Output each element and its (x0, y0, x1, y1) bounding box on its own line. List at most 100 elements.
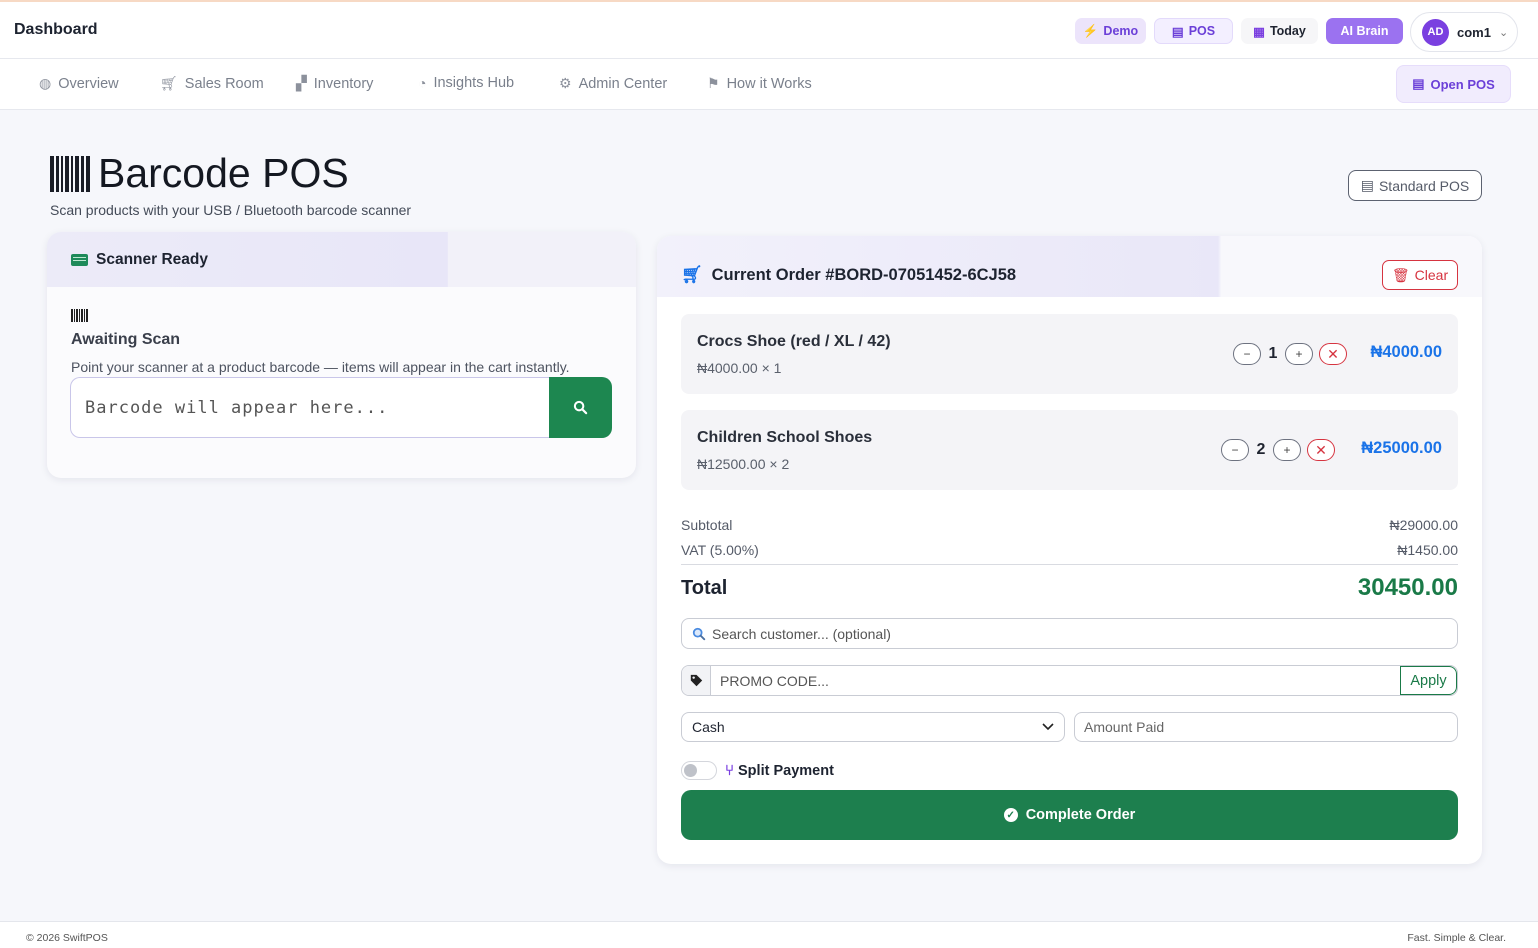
user-name: com1 (1457, 24, 1491, 40)
today-button[interactable]: ▦ Today (1241, 18, 1318, 44)
register-icon: ▤ (1360, 177, 1374, 193)
today-label: Today (1269, 24, 1306, 38)
await-description: Point your scanner at a product barcode … (71, 359, 570, 375)
ai-brain-button[interactable]: AI Brain (1326, 18, 1403, 44)
item-qty: 2 (1256, 441, 1266, 458)
item-name: Children School Shoes (697, 429, 873, 446)
scanner-status: Scanner Ready (96, 250, 208, 268)
open-pos-button[interactable]: ▤ Open POS (1396, 65, 1511, 103)
subtotal-label: Subtotal (681, 517, 733, 533)
lightning-icon: ⚡ (1082, 23, 1099, 38)
page-subtitle: Scan products with your USB / Bluetooth … (50, 202, 412, 218)
nav-item-label: Insights Hub (433, 75, 515, 91)
app-title: Dashboard (14, 21, 98, 38)
item-qty: 1 (1268, 345, 1278, 362)
pos-button[interactable]: ▤ POS (1154, 18, 1233, 44)
customer-search (681, 618, 1458, 649)
decrease-button[interactable]: − (1221, 439, 1249, 461)
vat-row: VAT (5.00%) ₦1450.00 (681, 542, 1458, 558)
footer-copyright: © 2026 SwiftPOS (26, 932, 108, 944)
gear-icon: ⚙ (559, 75, 572, 91)
page-title-text: Barcode POS (98, 150, 349, 196)
avatar: AD (1422, 18, 1449, 46)
vat-label: VAT (5.00%) (681, 542, 759, 558)
nav-item-overview[interactable]: ◍ Overview (39, 75, 119, 92)
pie-chart-icon: ◔ (418, 75, 427, 91)
payment-method-select[interactable]: Cash (681, 712, 1065, 742)
barcode-input[interactable] (70, 377, 550, 438)
cart-item: Crocs Shoe (red / XL / 42) ₦4000.00 × 1 … (681, 314, 1458, 394)
total-value: 30450.00 (1357, 574, 1458, 601)
pos-label: POS (1188, 24, 1216, 38)
calendar-icon: ▦ (1253, 24, 1265, 39)
scan-search-button[interactable] (549, 377, 612, 438)
demo-button[interactable]: ⚡ Demo (1075, 18, 1146, 44)
split-payment-toggle[interactable] (681, 761, 717, 780)
customer-search-input[interactable] (712, 625, 1457, 642)
split-payment: ⑂ Split Payment (681, 761, 834, 780)
check-circle-icon: ✓ (1003, 808, 1018, 822)
globe-icon: ◍ (39, 75, 52, 91)
promo-group: Apply (681, 665, 1458, 696)
nav-item-insights-hub[interactable]: ◔ Insights Hub (418, 75, 514, 91)
footer: © 2026 SwiftPOS Fast. Simple & Clear. (0, 921, 1538, 948)
nav-item-label: Inventory (313, 75, 374, 92)
amount-paid-input[interactable] (1084, 719, 1457, 735)
top-header: Dashboard ⚡ Demo ▤ POS ▦ Today AI Brain … (0, 0, 1538, 59)
increase-button[interactable]: + (1285, 343, 1313, 365)
keyboard-icon (71, 253, 88, 266)
nav-item-how-it-works[interactable]: ⚑ How it Works (707, 75, 812, 92)
nav-item-admin-center[interactable]: ⚙ Admin Center (559, 75, 667, 92)
quantity-stepper: − 2 + ✕ (1221, 439, 1335, 461)
standard-pos-button[interactable]: ▤ Standard POS (1348, 170, 1482, 201)
open-pos-label: Open POS (1430, 76, 1495, 92)
footer-tagline: Fast. Simple & Clear. (1407, 932, 1506, 944)
nav-item-inventory[interactable]: ▞ Inventory (296, 75, 373, 92)
nav-item-label: Sales Room (184, 75, 264, 92)
register-icon: ▤ (1171, 24, 1184, 39)
register-icon: ▤ (1412, 76, 1425, 91)
user-menu[interactable]: AD com1 ⌄ (1410, 12, 1518, 52)
apply-button[interactable]: Apply (1400, 666, 1457, 695)
clear-button[interactable]: 🗑︎ Clear (1382, 260, 1458, 290)
clear-label: Clear (1414, 267, 1449, 283)
complete-order-button[interactable]: ✓ Complete Order (681, 790, 1458, 840)
search-icon (573, 400, 588, 415)
total-label: Total (681, 576, 728, 599)
decrease-button[interactable]: − (1233, 343, 1261, 365)
nav-item-label: Admin Center (578, 75, 668, 92)
scanner-card-header: Scanner Ready (47, 232, 636, 287)
item-unit-price: ₦12500.00 × 2 (697, 456, 790, 472)
vat-value: ₦1450.00 (1397, 542, 1458, 558)
chevron-down-icon: ⌄ (1498, 26, 1509, 39)
demo-label: Demo (1103, 24, 1139, 38)
remove-item-button[interactable]: ✕ (1319, 343, 1347, 365)
standard-pos-label: Standard POS (1378, 177, 1470, 194)
nav-item-sales-room[interactable]: 🛒︎ Sales Room (160, 75, 264, 92)
amount-paid-field (1074, 712, 1458, 742)
signpost-icon: ⚑ (707, 75, 720, 91)
main-nav: ◍ Overview 🛒︎ Sales Room ▞ Inventory ◔ I… (0, 59, 1538, 110)
order-header: 🛒︎ Current Order #BORD-07051452-6CJ58 🗑︎… (657, 236, 1482, 297)
order-card: 🛒︎ Current Order #BORD-07051452-6CJ58 🗑︎… (657, 236, 1482, 864)
increase-button[interactable]: + (1273, 439, 1301, 461)
trash-icon: 🗑︎ (1391, 266, 1410, 283)
quantity-stepper: − 1 + ✕ (1233, 343, 1347, 365)
item-unit-price: ₦4000.00 × 1 (697, 360, 782, 376)
subtotal-row: Subtotal ₦29000.00 (681, 517, 1458, 533)
item-line-total: ₦25000.00 (1361, 439, 1442, 457)
boxes-icon: ▞ (296, 75, 307, 91)
total-row: Total 30450.00 (681, 574, 1458, 602)
remove-item-button[interactable]: ✕ (1307, 439, 1335, 461)
page-title: Barcode POS (50, 150, 349, 197)
complete-order-label: Complete Order (1025, 807, 1136, 823)
cart-icon: 🛒︎ (681, 265, 703, 284)
item-line-total: ₦4000.00 (1370, 343, 1442, 361)
split-payment-label: Split Payment (738, 762, 834, 779)
divider (681, 564, 1458, 565)
branch-icon: ⑂ (725, 762, 735, 779)
tag-icon (682, 666, 711, 695)
scanner-card: Scanner Ready Awaiting Scan Point your s… (47, 232, 636, 478)
promo-code-input[interactable] (711, 672, 1400, 689)
item-name: Crocs Shoe (red / XL / 42) (697, 333, 891, 350)
